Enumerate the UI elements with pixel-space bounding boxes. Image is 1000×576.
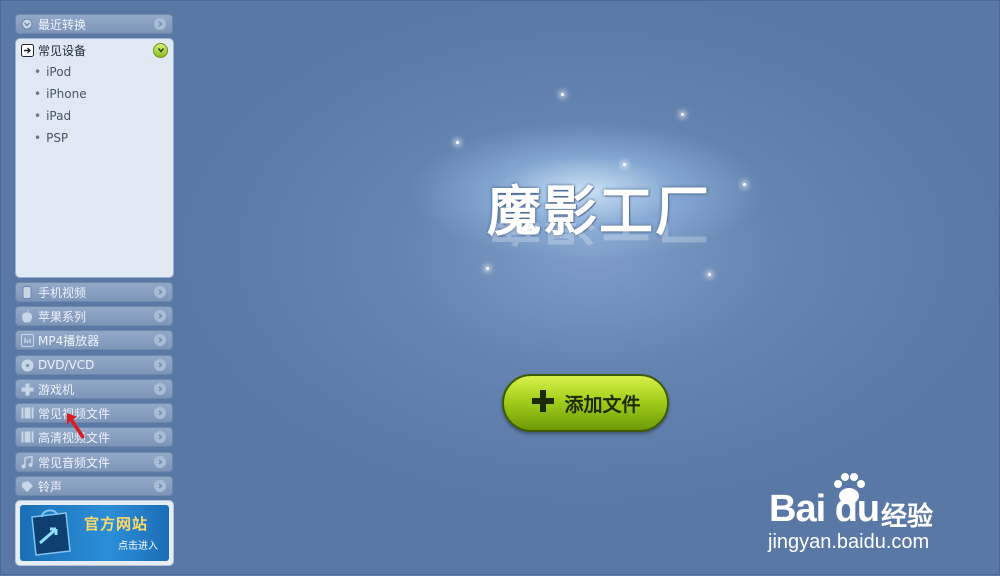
- ringtone-icon: [20, 479, 34, 493]
- disc-icon: [20, 358, 34, 372]
- sidebar-item-hd-video[interactable]: 高清视频文件: [15, 427, 173, 447]
- device-item-iphone[interactable]: • iPhone: [16, 83, 173, 105]
- music-icon: [20, 455, 34, 469]
- add-file-button[interactable]: 添加文件: [502, 374, 669, 432]
- baidu-url: jingyan.baidu.com: [768, 531, 930, 553]
- devices-panel: 常见设备 • iPod • iPhone • iPad • PSP: [15, 38, 174, 278]
- chevron-right-icon: [154, 480, 166, 492]
- app-logo-reflection: 魔影工厂: [479, 223, 719, 263]
- sparkle: [561, 93, 564, 96]
- apple-icon: [20, 309, 34, 323]
- device-item-psp[interactable]: • PSP: [16, 127, 173, 149]
- app-window: 最近转换 常见设备 • iPod • iPhone • iPad • PSP 手…: [0, 0, 1000, 575]
- official-site-subtitle: 点击进入: [118, 541, 158, 552]
- film-icon: [20, 406, 34, 420]
- sidebar-item-ringtone[interactable]: 铃声: [15, 476, 173, 496]
- chevron-right-icon: [154, 407, 166, 419]
- sparkle: [456, 141, 459, 144]
- mouse-pointer-icon: [67, 413, 85, 439]
- device-item-ipod[interactable]: • iPod: [16, 61, 173, 83]
- add-file-label: 添加文件: [564, 393, 641, 416]
- sidebar-item-mp4-player[interactable]: MP4播放器: [15, 330, 173, 350]
- sparkle: [743, 183, 746, 186]
- paw-icon: [834, 473, 865, 504]
- sidebar-item-recent[interactable]: 最近转换: [15, 14, 173, 34]
- device-list: • iPod • iPhone • iPad • PSP: [16, 61, 173, 149]
- sidebar: 最近转换 常见设备 • iPod • iPhone • iPad • PSP 手…: [1, 1, 183, 576]
- gamepad-icon: [20, 382, 34, 396]
- sidebar-item-apple-series[interactable]: 苹果系列: [15, 306, 173, 326]
- sidebar-item-phone-video[interactable]: 手机视频: [15, 282, 173, 302]
- sidebar-item-common-video[interactable]: 常见视频文件: [15, 403, 173, 423]
- sparkle: [681, 113, 684, 116]
- clock-icon: [20, 17, 34, 31]
- chevron-right-icon: [154, 334, 166, 346]
- sparkle: [486, 267, 489, 270]
- devices-panel-title: 常见设备: [38, 43, 87, 58]
- chevron-right-icon: [154, 18, 166, 30]
- sparkle: [708, 273, 711, 276]
- chevron-down-icon[interactable]: [153, 42, 168, 58]
- plus-icon: [530, 386, 556, 420]
- chevron-right-icon: [154, 286, 166, 298]
- hd-film-icon: [20, 430, 34, 444]
- device-item-ipad[interactable]: • iPad: [16, 105, 173, 127]
- devices-panel-header[interactable]: 常见设备: [16, 39, 173, 61]
- shopping-bag-icon: [31, 509, 71, 556]
- sidebar-item-dvd-vcd[interactable]: DVD/VCD: [15, 355, 173, 375]
- official-site-banner-image: 官方网站 点击进入: [20, 505, 169, 561]
- chevron-right-icon: [154, 383, 166, 395]
- sparkle: [623, 163, 626, 166]
- phone-icon: [20, 285, 34, 299]
- sidebar-item-common-audio[interactable]: 常见音频文件: [15, 452, 173, 472]
- enter-icon: [20, 43, 34, 57]
- official-site-title: 官方网站: [84, 515, 149, 533]
- chevron-right-icon: [154, 310, 166, 322]
- chevron-right-icon: [154, 431, 166, 443]
- sidebar-item-game-console[interactable]: 游戏机: [15, 379, 173, 399]
- official-site-banner[interactable]: 官方网站 点击进入: [15, 500, 174, 566]
- sidebar-item-label: 最近转换: [38, 17, 87, 32]
- baidu-jingyan-label: 经验: [881, 502, 934, 532]
- chevron-right-icon: [154, 359, 166, 371]
- chevron-right-icon: [154, 456, 166, 468]
- mp4-player-icon: [20, 333, 34, 347]
